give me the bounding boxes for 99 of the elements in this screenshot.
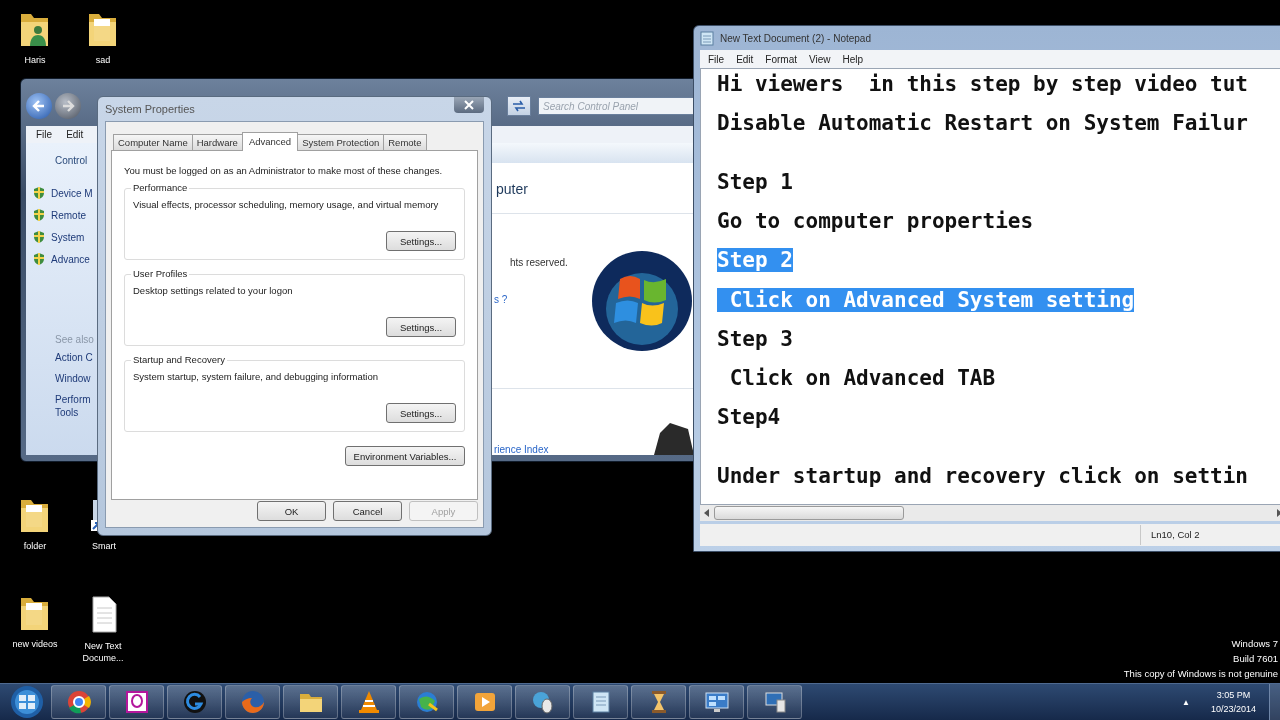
close-button[interactable] — [454, 97, 484, 113]
desktop-icon[interactable]: folder — [0, 494, 70, 552]
refresh-button[interactable] — [507, 96, 531, 117]
shield-icon — [32, 252, 46, 266]
desktop-icon[interactable]: new videos — [0, 592, 70, 650]
tab[interactable]: System Protection — [297, 134, 385, 150]
tab[interactable]: Computer Name — [113, 134, 193, 150]
desktop-icon[interactable]: sad — [68, 8, 138, 66]
cursor-position: Ln10, Col 2 — [1140, 525, 1280, 545]
shield-icon — [32, 186, 46, 200]
copyright-text: hts reserved. — [509, 257, 569, 268]
search-field[interactable]: Search Control Panel — [538, 97, 694, 116]
taskbar-button[interactable] — [747, 685, 802, 719]
taskbar-button[interactable] — [515, 685, 570, 719]
taskbar-button[interactable] — [283, 685, 338, 719]
group-description: Desktop settings related to your logon — [133, 285, 294, 296]
tab[interactable]: Remote — [383, 134, 427, 150]
group-title: Performance — [131, 182, 190, 193]
taskbar-button[interactable] — [631, 685, 686, 719]
menu-item[interactable]: Format — [765, 53, 798, 65]
refresh-icon — [512, 100, 526, 113]
notice-text: You must be logged on as an Administrator to make most of these changes. — [124, 165, 444, 176]
text-line: Disable Automatic Restart on System Failur — [717, 111, 1248, 136]
start-orb-icon — [10, 685, 44, 719]
taskbar-button[interactable] — [689, 685, 744, 719]
menu-item[interactable]: Edit — [66, 128, 84, 140]
settings-button[interactable]: Settings... — [386, 403, 456, 423]
menu-item[interactable]: File — [36, 128, 53, 140]
show-hidden-icons-button[interactable]: ▲ — [1182, 697, 1190, 707]
arrow-icon — [32, 99, 46, 114]
taskbar-button[interactable] — [457, 685, 512, 719]
section-heading: puter — [495, 180, 529, 199]
clock-date: 10/23/2014 — [1210, 703, 1256, 716]
globe-icon — [414, 690, 439, 714]
window-title: New Text Document (2) - Notepad — [720, 32, 871, 44]
sidebar-link[interactable]: Device M — [51, 187, 93, 199]
sidebar-link[interactable]: Action C — [55, 351, 99, 364]
shield-icon — [32, 230, 46, 244]
menu-item[interactable]: Help — [842, 53, 864, 65]
dialog-button[interactable]: OK — [257, 501, 326, 521]
monitor-icon — [704, 690, 729, 714]
text-line: Go to computer properties — [717, 209, 1034, 234]
horizontal-scrollbar[interactable] — [700, 505, 1280, 521]
show-desktop-button[interactable] — [1269, 684, 1280, 720]
sidebar-link[interactable]: Remote — [51, 209, 86, 221]
sidebar-link[interactable]: Control — [55, 155, 98, 166]
play-icon — [472, 690, 497, 714]
notepad-icon — [700, 30, 714, 46]
clock-time: 3:05 PM — [1216, 689, 1251, 702]
forward-button[interactable] — [55, 93, 81, 120]
text-line: Hi viewers in this step by step video tut — [717, 72, 1248, 96]
arrow-icon — [61, 99, 75, 114]
text-line: Step 1 — [717, 169, 793, 194]
mouse-icon — [530, 690, 555, 714]
watermark-text: Windows 7 — [1231, 637, 1278, 651]
menu-item[interactable]: View — [809, 53, 831, 65]
taskbar-button[interactable] — [341, 685, 396, 719]
group-title: Startup and Recovery — [131, 354, 227, 365]
text-area[interactable] — [700, 68, 1280, 505]
group-description: Visual effects, processor scheduling, memory usage, and virtual memory — [133, 199, 440, 210]
computer-icon — [762, 690, 787, 714]
sidebar-link[interactable]: Advance — [51, 253, 90, 265]
menu-item[interactable]: File — [708, 53, 725, 65]
tab[interactable]: Hardware — [191, 134, 243, 150]
watermark-text: Build 7601 — [1233, 652, 1278, 666]
section-heading: See also — [55, 334, 95, 345]
sidebar-link[interactable]: Perform Tools — [55, 393, 99, 419]
sidebar-link[interactable]: System — [51, 231, 85, 243]
taskbar-button[interactable] — [109, 685, 164, 719]
scrollbar-thumb[interactable] — [714, 506, 904, 520]
tab[interactable]: Advanced — [241, 132, 299, 151]
shield-icon — [32, 208, 46, 222]
globe-icon — [240, 690, 265, 714]
left-arrow-icon — [704, 509, 710, 517]
sidebar-link[interactable]: Window — [55, 372, 99, 385]
watermark-text: This copy of Windows is not genuine — [1123, 667, 1278, 681]
browser-icon — [66, 690, 91, 714]
taskbar-button[interactable] — [573, 685, 628, 719]
text-line: Under startup and recovery click on settin — [717, 463, 1248, 488]
group-title: User Profiles — [131, 268, 190, 279]
desktop-icon[interactable]: New Text Docume... — [70, 594, 136, 664]
settings-button[interactable]: Settings... — [386, 231, 456, 251]
settings-button[interactable]: Settings... — [386, 317, 456, 337]
taskbar-button[interactable] — [51, 685, 106, 719]
menu-item[interactable]: Edit — [736, 53, 754, 65]
dialog-button[interactable]: Cancel — [333, 501, 402, 521]
back-button[interactable] — [26, 93, 52, 120]
window-title: System Properties — [105, 103, 195, 115]
desktop-icon[interactable]: Haris — [0, 8, 70, 66]
group-description: System startup, system failure, and debugging information — [133, 371, 379, 382]
taskbar-button[interactable] — [167, 685, 222, 719]
chat-icon — [124, 690, 149, 714]
traffic-cone-icon — [356, 690, 381, 714]
text-line: Step 3 — [717, 326, 793, 351]
text-line: Click on Advanced TAB — [728, 365, 996, 390]
circle-icon — [182, 690, 207, 714]
environment-variables-button[interactable]: Environment Variables... — [345, 446, 465, 466]
close-icon — [464, 100, 474, 110]
text-line: Step4 — [717, 405, 781, 430]
